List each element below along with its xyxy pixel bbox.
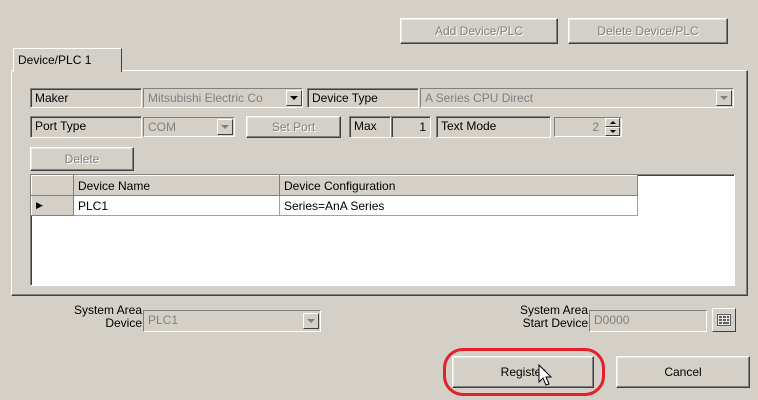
maker-dropdown-icon[interactable]: [286, 90, 302, 106]
system-area-device-label: System Area Device: [50, 304, 142, 330]
keypad-icon[interactable]: [712, 308, 736, 332]
system-area-device-label-line2: Device: [105, 316, 142, 330]
spinner-down-icon[interactable]: [605, 127, 620, 136]
device-table: Device Name Device Configuration ▶ PLC1 …: [30, 174, 735, 286]
maker-select[interactable]: Mitsubishi Electric Co: [143, 88, 303, 108]
system-area-start-device-field[interactable]: D0000: [589, 310, 707, 332]
system-area-start-label-line2: Start Device: [522, 316, 588, 330]
delete-button[interactable]: Delete: [30, 147, 134, 171]
mouse-pointer-icon: [538, 364, 553, 386]
table-header-row: Device Name Device Configuration: [31, 175, 638, 196]
maker-label: Maker: [30, 88, 142, 108]
device-configuration-cell[interactable]: Series=AnA Series: [279, 195, 638, 216]
system-area-start-device-value: D0000: [594, 313, 630, 327]
device-type-dropdown-icon[interactable]: [716, 90, 732, 106]
register-button[interactable]: Register: [452, 356, 594, 388]
system-area-device-value: PLC1: [148, 313, 179, 327]
delete-device-plc-button[interactable]: Delete Device/PLC: [568, 18, 728, 44]
max-value: 1: [419, 120, 426, 134]
cancel-button[interactable]: Cancel: [616, 356, 750, 388]
table-row[interactable]: ▶ PLC1 Series=AnA Series: [31, 195, 638, 216]
maker-value: Mitsubishi Electric Co: [148, 91, 263, 105]
column-header-device-configuration[interactable]: Device Configuration: [279, 175, 638, 196]
table-corner-cell: [31, 175, 74, 196]
device-type-value: A Series CPU Direct: [425, 91, 534, 105]
port-type-value: COM: [148, 120, 176, 134]
spinner-up-icon[interactable]: [605, 118, 620, 127]
device-type-label: Device Type: [307, 88, 419, 108]
tab-label: Device/PLC 1: [18, 53, 92, 67]
text-mode-value: 2: [592, 120, 599, 134]
max-value-field: 1: [391, 116, 431, 138]
system-area-device-dropdown-icon[interactable]: [303, 313, 319, 329]
row-indicator-icon: ▶: [31, 195, 74, 216]
max-label: Max: [349, 116, 391, 138]
add-device-plc-button[interactable]: Add Device/PLC: [400, 18, 558, 44]
port-type-dropdown-icon[interactable]: [217, 119, 233, 135]
tab-device-plc-1[interactable]: Device/PLC 1: [13, 48, 122, 72]
column-header-device-name[interactable]: Device Name: [73, 175, 280, 196]
device-name-cell[interactable]: PLC1: [73, 195, 280, 216]
port-type-label: Port Type: [30, 116, 142, 138]
text-mode-label: Text Mode: [436, 116, 551, 138]
set-port-button[interactable]: Set Port: [246, 116, 341, 138]
system-area-start-device-label: System Area Start Device: [498, 304, 588, 330]
system-area-device-select[interactable]: PLC1: [143, 310, 321, 332]
device-type-select[interactable]: A Series CPU Direct: [420, 88, 734, 108]
